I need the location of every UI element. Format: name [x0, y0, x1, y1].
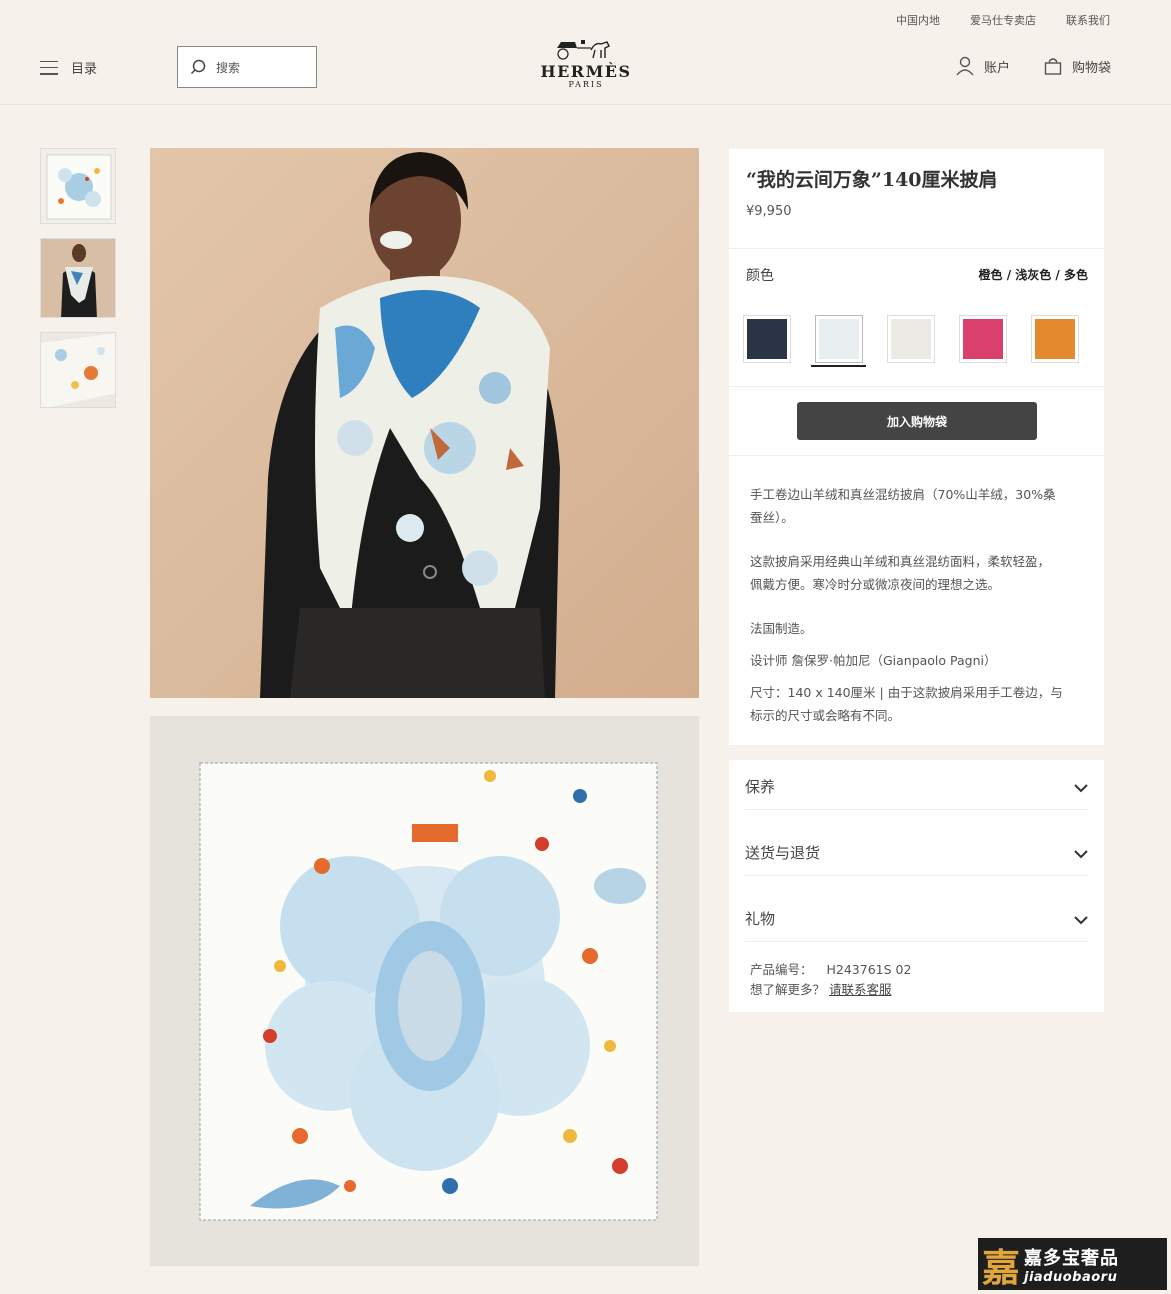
- user-icon: [956, 56, 974, 76]
- hamburger-icon: [40, 60, 58, 75]
- add-to-bag-button[interactable]: 加入购物袋: [797, 402, 1037, 440]
- divider: [729, 455, 1104, 456]
- watermark-english: jiaduobaoru: [1024, 1269, 1118, 1285]
- description-line: 佩戴方便。寒冷时分或微凉夜间的理想之选。: [750, 577, 1001, 592]
- color-swatch-pink[interactable]: [959, 315, 1007, 363]
- description-size: 尺寸：140 x 140厘米 | 由于这款披肩采用手工卷边，与 标示的尺寸或会略…: [750, 681, 1090, 727]
- description-designer: 设计师 詹保罗·帕加尼（Gianpaolo Pagni）: [750, 653, 997, 668]
- accordion-label: 送货与退货: [745, 844, 821, 862]
- description-line: 手工卷边山羊绒和真丝混纺披肩（70%山羊绒，30%桑: [750, 487, 1056, 502]
- bag-link[interactable]: 购物袋: [1044, 56, 1111, 76]
- divider: [729, 386, 1104, 387]
- logo-word: HERMÈS: [540, 62, 632, 81]
- account-link[interactable]: 账户: [956, 56, 1010, 76]
- contact-link[interactable]: 联系我们: [1066, 12, 1110, 28]
- menu-button[interactable]: 目录: [40, 58, 97, 77]
- chevron-down-icon: [1074, 784, 1088, 793]
- description-origin: 法国制造。: [750, 621, 813, 636]
- color-swatch-navy[interactable]: [743, 315, 791, 363]
- product-info-panel: “我的云间万象”140厘米披肩 ¥9,950 颜色 橙色 / 浅灰色 / 多色 …: [729, 149, 1104, 745]
- color-label: 颜色: [746, 268, 774, 284]
- product-reference: 产品编号： H243761S 02 想了解更多？ 请联系客服: [750, 960, 911, 1000]
- description-material: 手工卷边山羊绒和真丝混纺披肩（70%山羊绒，30%桑 蚕丝）。: [750, 483, 1090, 529]
- stores-link[interactable]: 爱马仕专卖店: [970, 12, 1036, 28]
- search-icon: [190, 59, 206, 75]
- selected-color-value: 橙色 / 浅灰色 / 多色: [978, 268, 1088, 282]
- description-line: 标示的尺寸或会略有不同。: [750, 708, 901, 723]
- product-details-accordion: 保养 送货与退货 礼物 产品编号： H243761S 02 想了解更多？ 请联系…: [729, 760, 1104, 1012]
- scarf-flat-lay-image: [199, 762, 658, 1221]
- product-title: “我的云间万象”140厘米披肩: [746, 169, 998, 191]
- shopping-bag-icon: [1044, 58, 1062, 75]
- color-swatch-light-grey[interactable]: [887, 315, 935, 363]
- description-line: 这款披肩采用经典山羊绒和真丝混纺面料，柔软轻盈，: [750, 554, 1051, 569]
- model-thumbnail-image: [41, 239, 115, 317]
- color-swatch-orange[interactable]: [1031, 315, 1079, 363]
- detail-thumbnail-image: [41, 333, 115, 407]
- logo-subtitle: PARIS: [568, 80, 604, 89]
- region-link[interactable]: 中国内地: [896, 12, 940, 28]
- accordion-gift[interactable]: 礼物: [745, 892, 1088, 942]
- product-price: ¥9,950: [746, 204, 792, 219]
- selected-swatch-indicator: [811, 365, 866, 367]
- carriage-icon: [557, 40, 610, 60]
- sku-value: H243761S 02: [826, 962, 912, 977]
- site-header: 中国内地 爱马仕专卖店 联系我们 目录 搜索 HERMÈS PARIS 账户 购…: [0, 0, 1171, 105]
- divider: [729, 248, 1104, 249]
- search-input[interactable]: 搜索: [177, 46, 317, 88]
- thumbnail-model[interactable]: [40, 238, 116, 318]
- sku-label: 产品编号：: [750, 962, 813, 977]
- help-text: 想了解更多？: [750, 982, 826, 997]
- thumbnail-scarf-flat[interactable]: [40, 148, 116, 224]
- chevron-down-icon: [1074, 850, 1088, 859]
- menu-label: 目录: [71, 62, 98, 77]
- accordion-label: 保养: [745, 778, 776, 796]
- watermark-glyph: 嘉: [981, 1244, 1020, 1290]
- utility-links: 中国内地 爱马仕专卖店 联系我们: [896, 12, 1110, 28]
- accordion-care[interactable]: 保养: [745, 760, 1088, 810]
- product-photo-flat[interactable]: [150, 716, 699, 1266]
- accordion-label: 礼物: [745, 910, 776, 928]
- accordion-delivery-returns[interactable]: 送货与退货: [745, 826, 1088, 876]
- watermark-chinese: 嘉多宝奢品: [1024, 1247, 1119, 1269]
- model-wearing-scarf-image: [260, 152, 560, 698]
- account-label: 账户: [983, 60, 1010, 76]
- description-feature: 这款披肩采用经典山羊绒和真丝混纺面料，柔软轻盈， 佩戴方便。寒冷时分或微凉夜间的…: [750, 550, 1090, 596]
- brand-logo[interactable]: HERMÈS PARIS: [535, 38, 637, 90]
- scarf-thumbnail-image: [46, 154, 112, 220]
- color-swatch-cream-blue[interactable]: [815, 315, 863, 363]
- description-line: 尺寸：140 x 140厘米 | 由于这款披肩采用手工卷边，与: [750, 685, 1063, 700]
- contact-service-link[interactable]: 请联系客服: [829, 982, 892, 997]
- chevron-down-icon: [1074, 916, 1088, 925]
- account-nav: 账户 购物袋: [956, 56, 1111, 76]
- search-placeholder: 搜索: [216, 60, 241, 75]
- description-line: 蚕丝）。: [750, 510, 794, 525]
- bag-label: 购物袋: [1071, 60, 1111, 76]
- product-photo-model[interactable]: [150, 148, 699, 698]
- thumbnail-scarf-detail[interactable]: [40, 332, 116, 408]
- watermark-badge: 嘉 嘉多宝奢品 jiaduobaoru: [978, 1238, 1167, 1290]
